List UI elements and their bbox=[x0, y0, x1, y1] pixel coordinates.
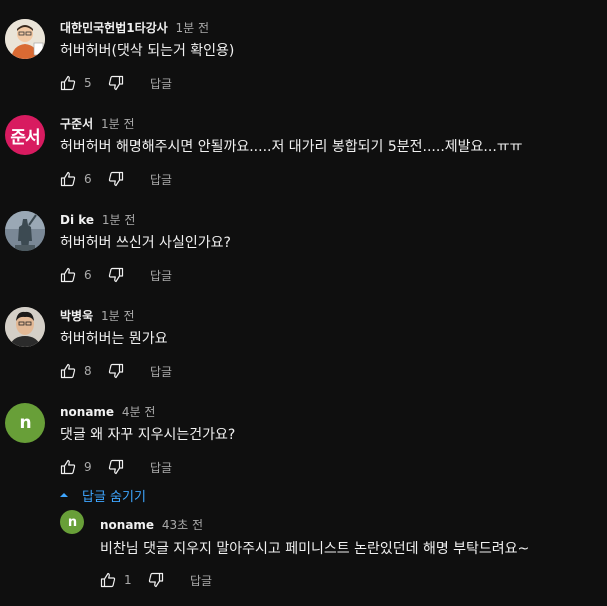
comment-text: 허버허버(댓삭 되는거 확인용) bbox=[60, 43, 235, 59]
caret-up-icon bbox=[60, 493, 68, 497]
comment-actions: 6 답글 bbox=[60, 171, 172, 187]
like-count: 8 bbox=[84, 364, 92, 378]
reply-avatar[interactable]: n bbox=[60, 510, 84, 534]
thumbs-down-icon[interactable] bbox=[148, 572, 164, 588]
avatar[interactable] bbox=[5, 307, 45, 347]
author-name[interactable]: 박병욱 bbox=[60, 309, 93, 323]
thumbs-down-icon[interactable] bbox=[108, 171, 124, 187]
comment-item: 대한민국헌법1타강사 1분 전 허버허버(댓삭 되는거 확인용) 5 답글 bbox=[0, 0, 607, 96]
author-name[interactable]: noname bbox=[60, 405, 114, 419]
comment-text: 허버허버는 뭔가요 bbox=[60, 331, 168, 347]
avatar-initials: 준서 bbox=[10, 127, 40, 148]
comment-actions: 9 답글 bbox=[60, 459, 172, 475]
author-name[interactable]: 구준서 bbox=[60, 117, 93, 131]
comment-timestamp[interactable]: 1분 전 bbox=[101, 117, 135, 131]
reply-button[interactable]: 답글 bbox=[150, 75, 172, 92]
reply-button[interactable]: 답글 bbox=[190, 572, 212, 589]
thumbs-down-icon[interactable] bbox=[108, 267, 124, 283]
hide-replies-label: 답글 숨기기 bbox=[82, 489, 146, 505]
thumbs-up-icon[interactable] bbox=[60, 267, 76, 283]
comment-item: n noname 4분 전 댓글 왜 자꾸 지우시는건가요? 9 답글 bbox=[0, 384, 607, 480]
avatar[interactable]: n bbox=[5, 403, 45, 443]
thumbs-up-icon[interactable] bbox=[60, 459, 76, 475]
reply-text: 비찬님 댓글 지우지 말아주시고 페미니스트 논란있던데 해명 부탁드려요~ bbox=[100, 541, 530, 557]
reply-button[interactable]: 답글 bbox=[150, 267, 172, 284]
like-count: 9 bbox=[84, 460, 92, 474]
avatar[interactable] bbox=[5, 19, 45, 59]
thumbs-up-icon[interactable] bbox=[60, 75, 76, 91]
avatar-person-icon bbox=[5, 307, 45, 347]
avatar[interactable] bbox=[5, 211, 45, 251]
thumbs-up-icon[interactable] bbox=[100, 572, 116, 588]
author-name[interactable]: Di ke bbox=[60, 213, 94, 227]
reply-button[interactable]: 답글 bbox=[150, 459, 172, 476]
like-count: 1 bbox=[124, 573, 132, 587]
comment-text: 허버허버 해명해주시면 안될까요.....저 대가리 봉합되기 5분전.....… bbox=[60, 139, 523, 155]
comment-timestamp[interactable]: 1분 전 bbox=[176, 21, 210, 35]
avatar[interactable]: 준서 bbox=[5, 115, 45, 155]
thumbs-up-icon[interactable] bbox=[60, 363, 76, 379]
comment-timestamp[interactable]: 1분 전 bbox=[102, 213, 136, 227]
reply-actions: 1 답글 bbox=[100, 572, 212, 588]
reply-button[interactable]: 답글 bbox=[150, 363, 172, 380]
comment-thread: 대한민국헌법1타강사 1분 전 허버허버(댓삭 되는거 확인용) 5 답글 준서… bbox=[0, 0, 607, 606]
comment-timestamp[interactable]: 4분 전 bbox=[122, 405, 156, 419]
comment-item: Di ke 1분 전 허버허버 쓰신거 사실인가요? 6 답글 bbox=[0, 192, 607, 288]
comment-actions: 5 답글 bbox=[60, 75, 172, 91]
comment-timestamp[interactable]: 1분 전 bbox=[101, 309, 135, 323]
avatar-statue-icon bbox=[5, 211, 45, 251]
reply-item: n noname 43초 전 비찬님 댓글 지우지 말아주시고 페미니스트 논란… bbox=[60, 510, 600, 600]
thumbs-down-icon[interactable] bbox=[108, 363, 124, 379]
avatar-initial: n bbox=[19, 413, 31, 433]
like-count: 6 bbox=[84, 172, 92, 186]
author-name[interactable]: noname bbox=[100, 518, 154, 532]
avatar-illustration-icon bbox=[5, 19, 45, 59]
comment-text: 댓글 왜 자꾸 지우시는건가요? bbox=[60, 427, 236, 443]
comment-text: 허버허버 쓰신거 사실인가요? bbox=[60, 235, 231, 251]
thumbs-up-icon[interactable] bbox=[60, 171, 76, 187]
like-count: 5 bbox=[84, 76, 92, 90]
comment-actions: 6 답글 bbox=[60, 267, 172, 283]
author-name[interactable]: 대한민국헌법1타강사 bbox=[60, 21, 168, 35]
hide-replies-button[interactable]: 답글 숨기기 bbox=[58, 485, 146, 505]
thumbs-down-icon[interactable] bbox=[108, 75, 124, 91]
thumbs-down-icon[interactable] bbox=[108, 459, 124, 475]
like-count: 6 bbox=[84, 268, 92, 282]
comment-item: 박병욱 1분 전 허버허버는 뭔가요 8 답글 bbox=[0, 288, 607, 384]
avatar-initial: n bbox=[67, 514, 77, 530]
reply-button[interactable]: 답글 bbox=[150, 171, 172, 188]
comment-item: 준서 구준서 1분 전 허버허버 해명해주시면 안될까요.....저 대가리 봉… bbox=[0, 96, 607, 192]
comment-actions: 8 답글 bbox=[60, 363, 172, 379]
comment-timestamp[interactable]: 43초 전 bbox=[162, 518, 203, 532]
